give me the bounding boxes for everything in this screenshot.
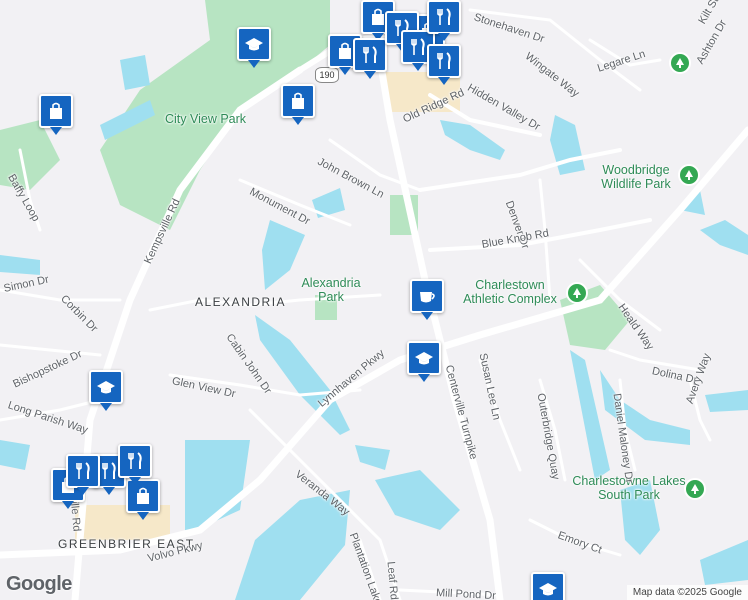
pond-1 <box>355 445 390 470</box>
lake-central <box>375 470 460 530</box>
road-hidden-valley <box>418 148 622 192</box>
lake-volvo <box>185 440 250 535</box>
map-attribution[interactable]: Map data ©2025 Google <box>626 585 748 600</box>
pond-10 <box>700 220 748 255</box>
park-label-city-view[interactable]: City View Park <box>165 112 246 126</box>
route-190-shield: 190 <box>315 67 339 83</box>
restaurant-icon[interactable] <box>427 44 461 85</box>
pond-6 <box>120 55 150 90</box>
pond-13 <box>705 390 748 412</box>
area-label-alexandria: ALEXANDRIA <box>195 295 287 309</box>
map-canvas[interactable]: 190 ALEXANDRIA GREENBRIER EAST City View… <box>0 0 748 600</box>
canal-1 <box>255 315 350 435</box>
coffee-icon[interactable] <box>410 279 444 320</box>
canal-3 <box>570 350 610 480</box>
restaurant-icon[interactable] <box>66 454 100 495</box>
map-base-layer <box>0 0 748 600</box>
road-bishopstoke <box>0 343 102 357</box>
school-icon[interactable] <box>89 370 123 411</box>
park-label-woodbridge-wildlife[interactable]: Woodbridge Wildlife Park <box>597 163 675 192</box>
school-icon[interactable] <box>531 572 565 600</box>
pond-3 <box>312 188 345 218</box>
park-pin-tree-icon[interactable] <box>678 164 700 186</box>
shopping-bag-icon[interactable] <box>281 84 315 125</box>
restaurant-icon[interactable] <box>427 0 461 41</box>
pond-4 <box>0 255 40 275</box>
pond-7 <box>0 440 30 470</box>
park-label-alexandria[interactable]: Alexandria Park <box>297 276 365 305</box>
park-label-charlestown-athletic[interactable]: Charlestown Athletic Complex <box>455 278 565 307</box>
restaurant-icon[interactable] <box>353 38 387 79</box>
pond-12 <box>700 540 748 585</box>
park-pin-tree-icon[interactable] <box>566 282 588 304</box>
school-icon[interactable] <box>407 341 441 382</box>
road-label: Mill Pond Dr <box>435 587 497 600</box>
restaurant-icon[interactable] <box>118 444 152 485</box>
park-pin-tree-icon[interactable] <box>669 52 691 74</box>
road-label: Leaf Rd <box>384 560 400 600</box>
google-logo: Google <box>6 573 72 595</box>
school-icon[interactable] <box>237 27 271 68</box>
park-pin-tree-icon[interactable] <box>684 478 706 500</box>
shopping-bag-icon[interactable] <box>39 94 73 135</box>
